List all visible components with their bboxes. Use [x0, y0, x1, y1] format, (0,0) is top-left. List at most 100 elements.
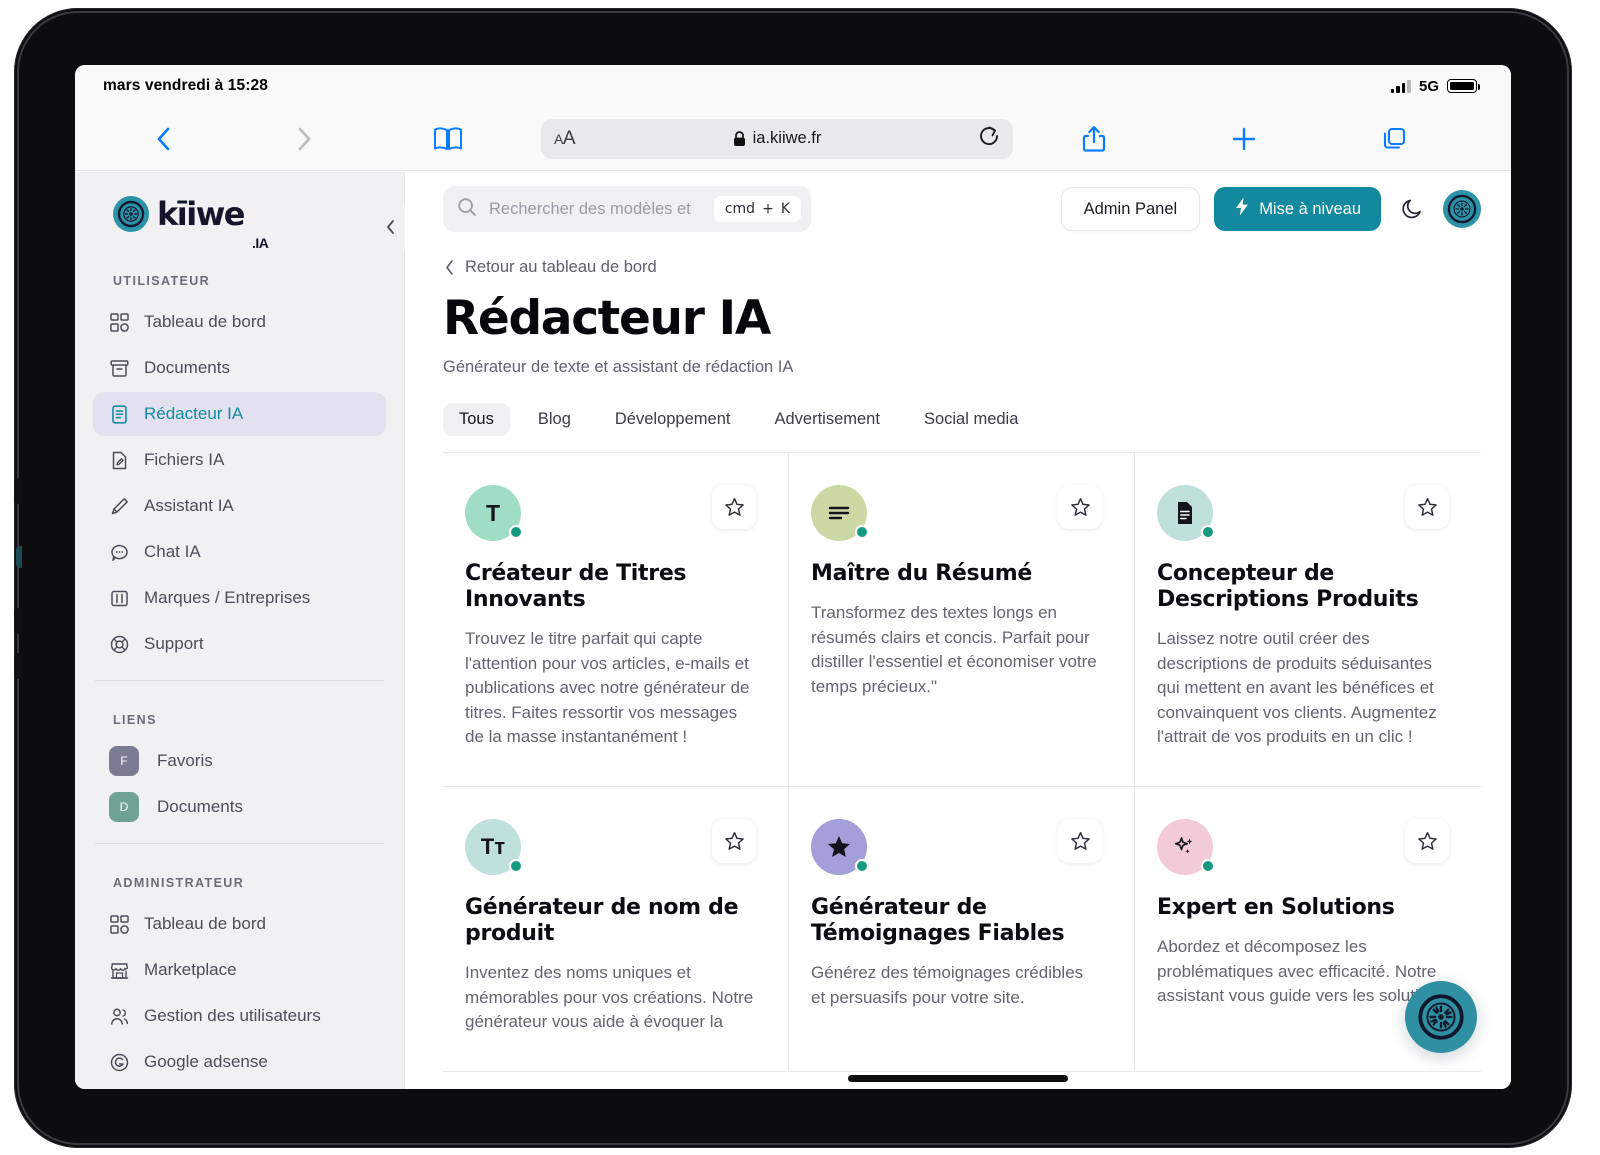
template-card[interactable]: Tт Générateur de nom de produit Inventez…	[443, 787, 789, 1072]
favorite-button[interactable]	[1405, 485, 1449, 529]
upgrade-button-label: Mise à niveau	[1259, 199, 1361, 218]
dark-mode-toggle-icon[interactable]	[1395, 192, 1429, 226]
circle-g-icon	[109, 1052, 130, 1073]
volume-up-button[interactable]	[14, 608, 21, 634]
sidebar-item-label: Rédacteur IA	[144, 404, 244, 423]
sidebar-item-favoris[interactable]: F Favoris	[93, 739, 386, 783]
card-header: T	[465, 485, 756, 541]
lock-icon	[733, 130, 745, 146]
admin-panel-button[interactable]: Admin Panel	[1060, 187, 1201, 231]
sidebar-section-administrateur: ADMINISTRATEUR Tableau de bord Marketpla…	[75, 858, 404, 1084]
search-icon	[457, 197, 477, 222]
tab-tous[interactable]: Tous	[443, 403, 510, 436]
sidebar-item-support[interactable]: Support	[93, 622, 386, 666]
battery-icon	[1447, 79, 1481, 93]
card-description: Abordez et décomposez les problématiques…	[1157, 937, 1447, 1006]
status-indicators: 5G	[1390, 77, 1481, 95]
card-title: Générateur de nom de produit	[465, 895, 739, 947]
breadcrumb[interactable]: Retour au tableau de bord	[405, 258, 1511, 277]
document-text-icon	[109, 404, 130, 425]
upgrade-button[interactable]: Mise à niveau	[1214, 187, 1381, 231]
share-icon[interactable]	[1065, 117, 1123, 161]
new-tab-icon[interactable]	[1215, 117, 1273, 161]
template-card[interactable]: Maître du Résumé Transformez des textes …	[789, 453, 1135, 788]
volume-down-button[interactable]	[14, 653, 21, 679]
sidebar-item-marques-entreprises[interactable]: Marques / Entreprises	[93, 576, 386, 620]
sidebar-item-label: Assistant IA	[144, 496, 234, 515]
sidebar-item-fichiers-ia[interactable]: Fichiers IA	[93, 438, 386, 482]
address-bar[interactable]: AA ia.kiiwe.fr	[541, 118, 1013, 159]
network-type-label: 5G	[1418, 77, 1439, 95]
document-icon	[1157, 485, 1215, 541]
tab-overview-icon[interactable]	[1365, 117, 1423, 161]
template-card[interactable]: Concepteur de Descriptions Produits Lais…	[1135, 453, 1481, 788]
forward-icon[interactable]	[275, 117, 333, 161]
reload-icon[interactable]	[978, 125, 1000, 152]
sidebar-item-google-adsense[interactable]: Google adsense	[93, 1040, 386, 1084]
sidebar-item-admin-tableau-de-bord[interactable]: Tableau de bord	[93, 902, 386, 946]
tab-social-media[interactable]: Social media	[908, 403, 1034, 436]
sidebar-item-gestion-des-utilisateurs[interactable]: Gestion des utilisateurs	[93, 994, 386, 1038]
online-status-dot	[1201, 859, 1215, 874]
cellular-signal-icon	[1390, 79, 1411, 93]
tab-blog[interactable]: Blog	[522, 403, 587, 436]
chat-assistant-fab[interactable]	[1405, 981, 1477, 1053]
kbd-plus: +	[762, 201, 774, 217]
card-avatar-glyph: Tт	[480, 834, 506, 860]
archive-icon	[109, 358, 130, 379]
home-indicator	[848, 1075, 1068, 1082]
category-tabs: Tous Blog Développement Advertisement So…	[443, 377, 1481, 453]
brand-suffix: .IA	[251, 235, 269, 251]
back-icon[interactable]	[135, 117, 193, 161]
sidebar-item-documents-link[interactable]: D Documents	[93, 785, 386, 829]
chat-bubble-icon	[109, 542, 130, 563]
documents-badge: D	[109, 792, 139, 822]
favorite-button[interactable]	[712, 819, 756, 864]
tab-advertisement[interactable]: Advertisement	[758, 403, 895, 436]
template-card[interactable]: Générateur de Témoignages Fiables Génére…	[789, 787, 1135, 1072]
favorite-button[interactable]	[1058, 819, 1102, 864]
bookmarks-icon[interactable]	[419, 117, 477, 161]
kbd-key: K	[780, 201, 790, 217]
sidebar-item-tableau-de-bord[interactable]: Tableau de bord	[93, 300, 386, 344]
sidebar-item-label: Gestion des utilisateurs	[144, 1006, 321, 1025]
grid-icon	[109, 914, 130, 935]
star-filled-icon	[811, 819, 869, 876]
power-button[interactable]	[14, 478, 21, 504]
sidebar-item-label: Documents	[144, 358, 230, 377]
sidebar-item-chat-ia[interactable]: Chat IA	[93, 530, 386, 574]
favorite-button[interactable]	[712, 485, 756, 529]
sidebar-item-redacteur-ia[interactable]: Rédacteur IA	[93, 392, 386, 436]
app-header: Rechercher des modèles et cmd + K Admin …	[405, 172, 1511, 246]
card-title: Expert en Solutions	[1157, 895, 1395, 921]
sidebar-item-label: Chat IA	[144, 542, 201, 561]
sidebar-item-assistant-ia[interactable]: Assistant IA	[93, 484, 386, 528]
template-card[interactable]: T Créateur de Titres Innovants Trouvez l…	[443, 453, 789, 788]
sidebar-divider-2	[95, 843, 384, 844]
section-label-utilisateur: UTILISATEUR	[113, 274, 211, 288]
template-card-grid: T Créateur de Titres Innovants Trouvez l…	[443, 453, 1481, 1072]
text-size-button[interactable]: AA	[554, 128, 576, 150]
avatar[interactable]	[1443, 190, 1481, 228]
page-subtitle: Générateur de texte et assistant de réda…	[443, 358, 794, 376]
favorite-button[interactable]	[1058, 485, 1102, 529]
url-display: ia.kiiwe.fr	[541, 129, 1013, 148]
brand-name: kīiwe	[157, 195, 245, 233]
sidebar-item-marketplace[interactable]: Marketplace	[93, 948, 386, 992]
favorite-button[interactable]	[1405, 819, 1449, 864]
collapse-sidebar-button[interactable]	[375, 204, 405, 250]
card-description: Laissez notre outil créer des descriptio…	[1157, 628, 1437, 747]
online-status-dot	[855, 859, 869, 874]
card-avatar-glyph: T	[485, 499, 501, 526]
sidebar-item-label: Documents	[157, 797, 243, 816]
sidebar-item-label: Google adsense	[144, 1052, 268, 1071]
sidebar-item-label: Fichiers IA	[144, 450, 225, 469]
tab-developpement[interactable]: Développement	[599, 403, 747, 436]
keyboard-shortcut-hint: cmd + K	[713, 196, 801, 222]
sidebar-item-documents[interactable]: Documents	[93, 346, 386, 390]
online-status-dot	[509, 859, 523, 874]
page-content: Retour au tableau de bord Rédacteur IA G…	[405, 246, 1511, 1089]
search-input[interactable]: Rechercher des modèles et cmd + K	[443, 186, 811, 232]
app-logo[interactable]: kīiwe .IA	[75, 172, 404, 256]
grid-icon	[109, 312, 130, 333]
